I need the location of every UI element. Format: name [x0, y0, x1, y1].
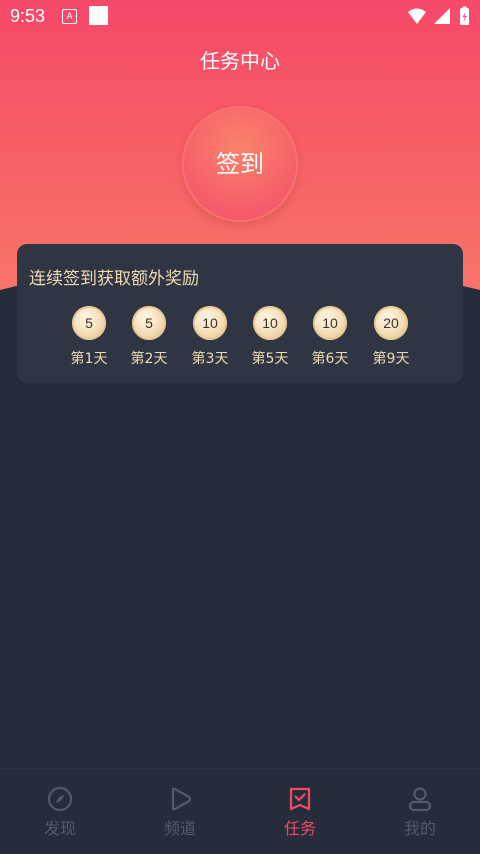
status-time: 9:53: [10, 6, 46, 26]
reward-day-label: 第5天: [251, 351, 289, 367]
coin-icon: 5: [132, 306, 166, 340]
tab-label: 任务: [283, 819, 316, 838]
notification-square-icon: [89, 6, 108, 25]
reward-item: 5 第1天: [59, 306, 119, 368]
streak-rewards-card: 连续签到获取额外奖励 5 第1天 5 第2天 10 第3天 10 第5天 10 …: [17, 244, 463, 383]
tab-label: 发现: [43, 819, 76, 838]
tab-label: 频道: [163, 819, 196, 838]
tab-me[interactable]: 我的: [375, 785, 465, 839]
task-icon: [255, 785, 345, 813]
streak-card-title: 连续签到获取额外奖励: [29, 269, 199, 289]
reward-item: 5 第2天: [119, 306, 179, 368]
reward-item: 10 第3天: [180, 306, 240, 368]
reward-list: 5 第1天 5 第2天 10 第3天 10 第5天 10 第6天 20 第9天: [17, 306, 463, 376]
coin-icon: 10: [193, 306, 227, 340]
bottom-tab-bar: 发现 频道 任务 我的: [0, 768, 480, 854]
tab-tasks[interactable]: 任务: [255, 785, 345, 839]
wifi-icon: [408, 8, 426, 24]
reward-item: 10 第6天: [300, 306, 360, 368]
reward-day-label: 第9天: [372, 351, 410, 367]
tab-label: 我的: [403, 819, 436, 838]
reward-day-label: 第1天: [70, 351, 108, 367]
reward-item: 10 第5天: [240, 306, 300, 368]
coin-icon: 20: [374, 306, 408, 340]
coin-icon: 10: [313, 306, 347, 340]
status-bar: 9:53 A: [0, 0, 480, 34]
user-icon: [375, 785, 465, 813]
status-icons: [406, 6, 472, 33]
reward-item: 20 第9天: [361, 306, 421, 368]
tab-channels[interactable]: 频道: [135, 785, 225, 839]
sign-in-button[interactable]: 签到: [184, 108, 296, 220]
page-title: 任务中心: [200, 49, 280, 73]
tab-discover[interactable]: 发现: [15, 785, 105, 839]
play-icon: [135, 785, 225, 813]
reward-day-label: 第2天: [130, 351, 168, 367]
coin-icon: 10: [253, 306, 287, 340]
reward-day-label: 第3天: [191, 351, 229, 367]
reward-day-label: 第6天: [311, 351, 349, 367]
compass-icon: [15, 785, 105, 813]
signal-icon: [434, 8, 450, 24]
notification-icon: A: [62, 9, 77, 24]
coin-icon: 5: [72, 306, 106, 340]
